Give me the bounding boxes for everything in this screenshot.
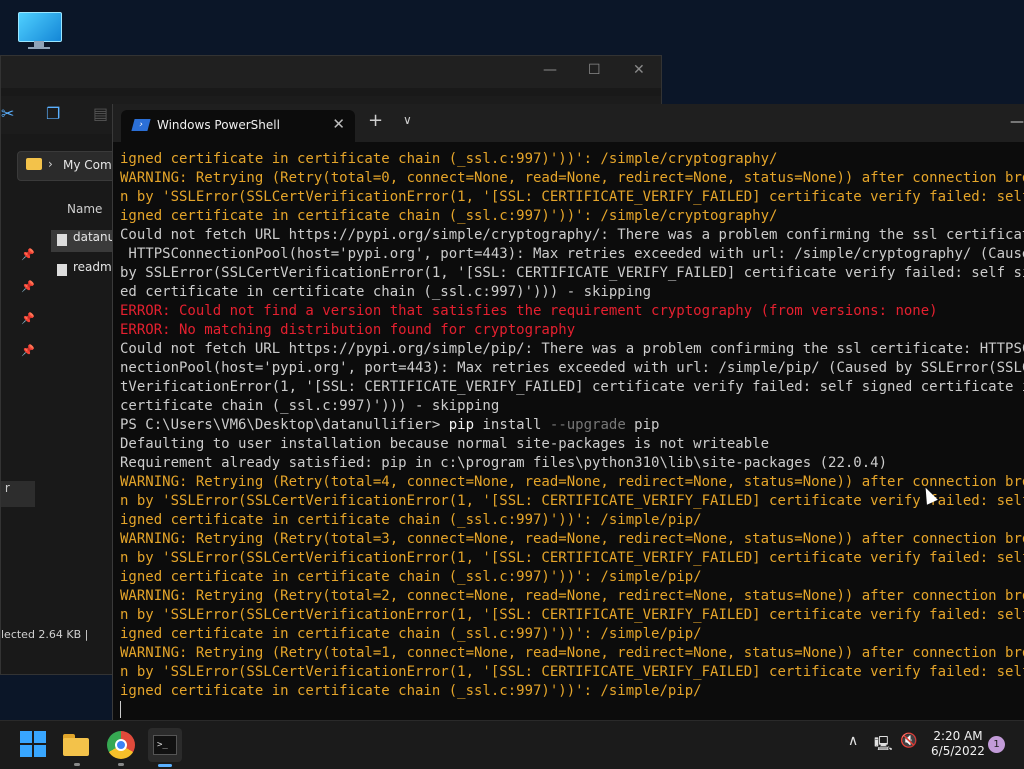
chevron-down-icon[interactable]: ∨ [403, 113, 412, 127]
warning-line: n by 'SSLError(SSLCertVerificationError(… [120, 607, 1024, 623]
pin-icon[interactable]: 📌 [21, 344, 35, 357]
pin-icon[interactable]: 📌 [21, 280, 35, 293]
prompt-path: PS C:\Users\VM6\Desktop\datanullifier> [120, 417, 449, 433]
copy-icon[interactable]: ❐ [46, 104, 60, 123]
active-indicator [158, 764, 172, 767]
warning-line: n by 'SSLError(SSLCertVerificationError(… [120, 493, 1024, 509]
error-line: ERROR: No matching distribution found fo… [120, 322, 576, 338]
output-line: Requirement already satisfied: pip in c:… [120, 455, 888, 471]
cut-icon[interactable]: ✂ [1, 104, 14, 123]
prompt-package: pip [625, 417, 660, 433]
explorer-titlebar[interactable]: — ☐ ✕ [1, 56, 661, 88]
prompt-subcommand: install [474, 417, 550, 433]
clock-date: 6/5/2022 [931, 744, 985, 758]
status-bar-text: lected 2.64 KB | [1, 628, 89, 641]
chevron-right-icon[interactable]: › [48, 157, 53, 171]
new-tab-icon[interactable]: + [368, 110, 383, 131]
file-explorer-icon[interactable] [63, 731, 91, 759]
taskbar: >_ ∧ 🖳 🔇 2:20 AM 6/5/2022 1 [0, 720, 1024, 769]
terminal-icon[interactable]: >_ [148, 728, 182, 762]
output-line: Could not fetch URL https://pypi.org/sim… [120, 227, 1024, 243]
nav-pane-selected-item[interactable]: r [1, 481, 35, 507]
text-cursor [120, 701, 121, 718]
windows-start-icon[interactable] [20, 731, 48, 759]
monitor-screen [18, 12, 62, 42]
clock[interactable]: 2:20 AM 6/5/2022 [918, 729, 998, 759]
running-indicator [118, 763, 124, 766]
file-icon [57, 234, 67, 246]
file-name: datanu [73, 230, 116, 244]
folder-icon [26, 158, 42, 170]
warning-line: igned certificate in certificate chain (… [120, 626, 702, 642]
warning-line: igned certificate in certificate chain (… [120, 569, 702, 585]
minimize-icon[interactable]: — [543, 62, 557, 78]
warning-line: n by 'SSLError(SSLCertVerificationError(… [120, 550, 1024, 566]
output-line: Defaulting to user installation because … [120, 436, 770, 452]
warning-line: igned certificate in certificate chain (… [120, 683, 702, 699]
output-line: Could not fetch URL https://pypi.org/sim… [120, 341, 1024, 357]
notification-badge[interactable]: 1 [988, 736, 1005, 753]
warning-line: n by 'SSLError(SSLCertVerificationError(… [120, 664, 1024, 680]
warning-line: WARNING: Retrying (Retry(total=2, connec… [120, 588, 1024, 604]
prompt-command: pip [448, 417, 475, 433]
minimize-icon[interactable]: — [1010, 114, 1024, 130]
chevron-up-icon[interactable]: ∧ [848, 733, 858, 749]
warning-line: igned certificate in certificate chain (… [120, 208, 778, 224]
clock-time: 2:20 AM [933, 729, 983, 743]
tab-windows-powershell[interactable]: › Windows PowerShell ✕ [121, 110, 355, 142]
warning-line: igned certificate in certificate chain (… [120, 512, 702, 528]
warning-line: WARNING: Retrying (Retry(total=1, connec… [120, 645, 1024, 661]
volume-muted-icon[interactable]: 🔇 [900, 733, 917, 749]
tab-title: Windows PowerShell [157, 118, 280, 132]
output-line: ed certificate in certificate chain (_ss… [120, 284, 652, 300]
output-line: by SSLError(SSLCertVerificationError(1, … [120, 265, 1024, 281]
close-icon[interactable]: ✕ [633, 62, 645, 78]
console-output[interactable]: igned certificate in certificate chain (… [120, 150, 1024, 720]
warning-line: WARNING: Retrying (Retry(total=0, connec… [120, 170, 1024, 186]
file-icon [57, 264, 67, 276]
network-icon[interactable]: 🖳 [874, 733, 893, 757]
pin-icon[interactable]: 📌 [21, 248, 35, 261]
warning-line: igned certificate in certificate chain (… [120, 151, 778, 167]
output-line: certificate chain (_ssl.c:997)'))) - ski… [120, 398, 500, 414]
running-indicator [74, 763, 80, 766]
warning-line: WARNING: Retrying (Retry(total=3, connec… [120, 531, 1024, 547]
powershell-icon: › [131, 119, 151, 131]
pin-icon[interactable]: 📌 [21, 312, 35, 325]
output-line: HTTPSConnectionPool(host='pypi.org', por… [120, 246, 1024, 262]
chrome-icon[interactable] [107, 731, 135, 759]
prompt-line: PS C:\Users\VM6\Desktop\datanullifier> p… [120, 416, 1024, 435]
terminal-tabbar: › Windows PowerShell ✕ + ∨ — [113, 104, 1024, 142]
output-line: tVerificationError(1, '[SSL: CERTIFICATE… [120, 379, 1024, 395]
paste-icon[interactable]: ▤ [93, 104, 108, 123]
monitor-base [28, 47, 50, 49]
output-line: nectionPool(host='pypi.org', port=443): … [120, 360, 1024, 376]
input-line[interactable] [120, 701, 1024, 720]
error-line: ERROR: Could not find a version that sat… [120, 303, 938, 319]
desktop-pc-icon[interactable] [16, 10, 62, 50]
warning-line: WARNING: Retrying (Retry(total=4, connec… [120, 474, 1024, 490]
maximize-icon[interactable]: ☐ [588, 62, 601, 78]
prompt-argument: --upgrade [549, 417, 626, 433]
terminal-window[interactable]: › Windows PowerShell ✕ + ∨ — igned certi… [112, 104, 1024, 720]
warning-line: n by 'SSLError(SSLCertVerificationError(… [120, 189, 1024, 205]
column-header-name[interactable]: Name [67, 202, 102, 216]
close-icon[interactable]: ✕ [332, 115, 345, 133]
